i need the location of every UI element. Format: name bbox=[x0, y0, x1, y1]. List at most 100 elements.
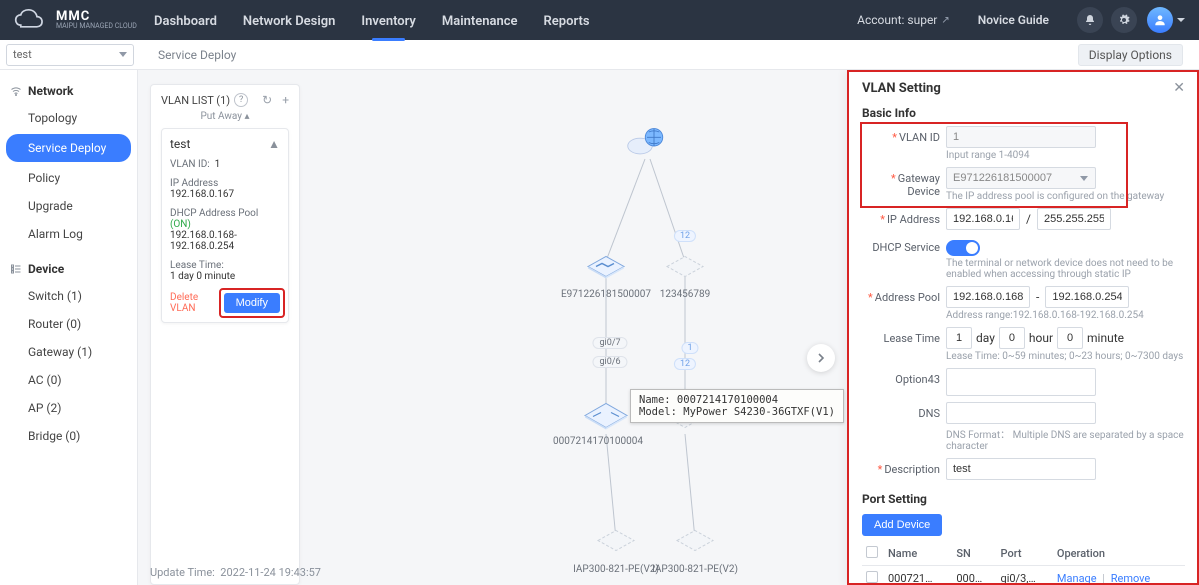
network-select-value: test bbox=[13, 48, 32, 61]
vlan-list-panel: VLAN LIST (1) ? ↻ + Put Away test ▲ VLAN… bbox=[150, 84, 300, 585]
ap2-label: IAP300-821-PE(V2) bbox=[652, 564, 738, 575]
menu-inventory[interactable]: Inventory bbox=[361, 4, 416, 37]
ap1-label: IAP300-821-PE(V2) bbox=[573, 564, 659, 575]
wifi-icon bbox=[10, 85, 22, 97]
lease-hour-input[interactable] bbox=[999, 327, 1025, 349]
gateway-select[interactable] bbox=[946, 167, 1096, 189]
lease-day-input[interactable] bbox=[946, 327, 972, 349]
menu-maintenance[interactable]: Maintenance bbox=[442, 4, 518, 37]
second-bar: test Service Deploy Display Options bbox=[0, 40, 1199, 70]
sidebar-group-network[interactable]: Network bbox=[0, 78, 137, 104]
port-chip-gi07: gi0/7 bbox=[592, 337, 627, 349]
vlan-card-name: test bbox=[170, 137, 190, 151]
sidebar-item-bridge[interactable]: Bridge (0) bbox=[0, 422, 137, 450]
vlan-setting-panel: VLAN Setting ✕ Basic Info *VLAN ID Input… bbox=[847, 70, 1199, 585]
dns-input[interactable] bbox=[946, 402, 1096, 424]
update-time: Update Time: 2022-11-24 19:43:57 bbox=[150, 566, 321, 579]
avatar-icon bbox=[1147, 7, 1173, 33]
delete-vlan-link[interactable]: Delete VLAN bbox=[170, 292, 218, 314]
sidebar-item-topology[interactable]: Topology bbox=[0, 104, 137, 132]
dhcp-hint: The terminal or network device does not … bbox=[946, 258, 1185, 280]
menu-network-design[interactable]: Network Design bbox=[243, 4, 335, 37]
port-chip-gi06: gi0/6 bbox=[592, 356, 627, 368]
sidebar-item-service-deploy[interactable]: Service Deploy bbox=[6, 134, 131, 162]
gear-icon[interactable] bbox=[1111, 7, 1137, 33]
close-icon[interactable]: ✕ bbox=[1173, 80, 1185, 96]
dns-hint: DNS Format： Multiple DNS are separated b… bbox=[946, 426, 1185, 452]
link-badge-1: 1 bbox=[681, 342, 698, 354]
sidebar-item-ap[interactable]: AP (2) bbox=[0, 394, 137, 422]
external-link-icon: ↗ bbox=[941, 15, 949, 26]
gateway-hint: The IP address pool is configured on the… bbox=[946, 191, 1185, 202]
ap-node-1-icon[interactable] bbox=[594, 523, 638, 556]
link-badge-12b: 12 bbox=[674, 358, 696, 370]
brand: MMC MAIPU MANAGED CLOUD bbox=[14, 8, 144, 32]
sidebar-item-alarm-log[interactable]: Alarm Log bbox=[0, 220, 137, 248]
chevron-up-icon[interactable]: ▲ bbox=[268, 137, 280, 151]
expand-panel-button[interactable] bbox=[807, 344, 835, 372]
description-input[interactable] bbox=[946, 458, 1096, 480]
account-label[interactable]: Account: super ↗ bbox=[857, 13, 950, 27]
bell-icon[interactable] bbox=[1077, 7, 1103, 33]
vlan-id-input[interactable] bbox=[946, 126, 1096, 148]
dhcp-toggle[interactable] bbox=[946, 240, 980, 256]
lease-hint: Lease Time: 0~59 minutes; 0~23 hours; 0~… bbox=[946, 351, 1185, 362]
sidebar-item-gateway[interactable]: Gateway (1) bbox=[0, 338, 137, 366]
put-away-toggle[interactable]: Put Away bbox=[161, 111, 289, 122]
device-node-2-icon[interactable] bbox=[663, 247, 707, 282]
ip-input[interactable] bbox=[946, 208, 1020, 230]
link-badge-12a: 12 bbox=[674, 230, 696, 242]
network-select[interactable]: test bbox=[6, 44, 134, 66]
remove-link[interactable]: Remove bbox=[1111, 572, 1151, 585]
sidebar-item-router[interactable]: Router (0) bbox=[0, 310, 137, 338]
add-device-button[interactable]: Add Device bbox=[862, 514, 942, 536]
switch-node-icon[interactable] bbox=[581, 396, 631, 433]
pool-to-input[interactable] bbox=[1045, 286, 1129, 308]
sidebar-item-switch[interactable]: Switch (1) bbox=[0, 282, 137, 310]
gateway-node-icon[interactable] bbox=[584, 247, 628, 282]
sidebar-item-policy[interactable]: Policy bbox=[0, 164, 137, 192]
display-options-button[interactable]: Display Options bbox=[1078, 44, 1183, 66]
port-setting-title: Port Setting bbox=[862, 492, 1185, 506]
center-area: VLAN LIST (1) ? ↻ + Put Away test ▲ VLAN… bbox=[138, 70, 847, 585]
refresh-icon[interactable]: ↻ bbox=[262, 93, 272, 107]
lease-min-input[interactable] bbox=[1057, 327, 1083, 349]
device-list-icon bbox=[10, 263, 22, 275]
topology-canvas[interactable]: E971226181500007 123456789 12 12 1 gi0/7… bbox=[300, 84, 847, 585]
sidebar: Network Topology Service Deploy Policy U… bbox=[0, 70, 138, 585]
menu-dashboard[interactable]: Dashboard bbox=[154, 4, 217, 37]
gateway-label: E971226181500007 bbox=[561, 289, 651, 300]
table-row: 000721… 000… gi0/3,… Manage | Remove bbox=[862, 566, 1185, 585]
help-icon[interactable]: ? bbox=[234, 93, 248, 107]
vlan-card: test ▲ VLAN ID: 1 IP Address 192.168.0.1… bbox=[161, 128, 289, 323]
basic-info-title: Basic Info bbox=[862, 106, 1185, 120]
internet-node-icon bbox=[626, 125, 668, 164]
manage-link[interactable]: Manage bbox=[1057, 572, 1097, 585]
device-tooltip: Name: 0007214170100004 Model: MyPower S4… bbox=[630, 389, 844, 423]
sidebar-group-device[interactable]: Device bbox=[0, 256, 137, 282]
vlan-id-hint: Input range 1-4094 bbox=[946, 150, 1185, 161]
user-menu[interactable] bbox=[1147, 7, 1185, 33]
switch-label: 0007214170100004 bbox=[553, 436, 643, 447]
option43-input[interactable] bbox=[946, 368, 1096, 396]
novice-guide[interactable]: Novice Guide bbox=[978, 13, 1049, 27]
sidebar-item-ac[interactable]: AC (0) bbox=[0, 366, 137, 394]
pool-from-input[interactable] bbox=[946, 286, 1030, 308]
ap-node-2-icon[interactable] bbox=[673, 523, 717, 556]
select-all-checkbox[interactable] bbox=[866, 546, 878, 558]
row-checkbox[interactable] bbox=[866, 571, 878, 583]
vlan-list-title: VLAN LIST (1) bbox=[161, 94, 230, 107]
caret-down-icon bbox=[1177, 18, 1185, 22]
top-nav: MMC MAIPU MANAGED CLOUD Dashboard Networ… bbox=[0, 0, 1199, 40]
panel-title: VLAN Setting bbox=[862, 81, 941, 96]
sidebar-item-upgrade[interactable]: Upgrade bbox=[0, 192, 137, 220]
add-icon[interactable]: + bbox=[282, 93, 289, 107]
mask-input[interactable] bbox=[1037, 208, 1111, 230]
menu-reports[interactable]: Reports bbox=[544, 4, 590, 37]
page-body: Network Topology Service Deploy Policy U… bbox=[0, 70, 1199, 585]
main-menu: Dashboard Network Design Inventory Maint… bbox=[154, 4, 590, 37]
modify-button[interactable]: Modify bbox=[224, 293, 280, 313]
device-table: Name SN Port Operation 000721… 000… gi0/… bbox=[862, 542, 1185, 585]
chevron-down-icon bbox=[119, 52, 127, 57]
pool-hint: Address range:192.168.0.168-192.168.0.25… bbox=[946, 310, 1185, 321]
